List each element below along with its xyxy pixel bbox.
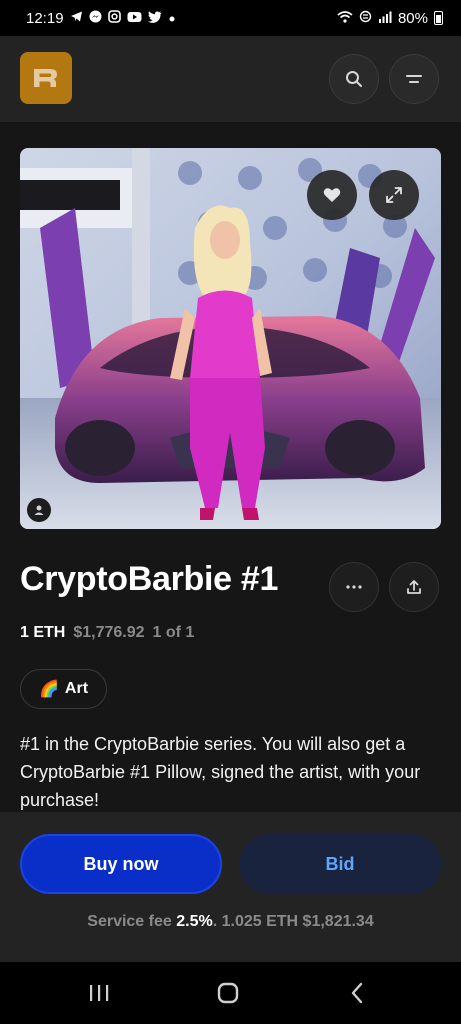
- home-button[interactable]: [203, 976, 253, 1010]
- total-eth: 1.025 ETH: [221, 913, 299, 930]
- more-icon: [346, 585, 362, 589]
- menu-icon: [406, 75, 422, 83]
- system-nav-bar: [0, 962, 461, 1024]
- recents-button[interactable]: [74, 976, 124, 1010]
- nft-title: CryptoBarbie #1: [20, 560, 279, 598]
- back-icon: [351, 982, 363, 1004]
- main-content: CryptoBarbie #1 1 ETH $1,776.92 1 of 1 🌈…: [0, 122, 461, 812]
- status-right: 80%: [337, 10, 443, 27]
- purchase-panel: Buy now Bid Service fee 2.5%. 1.025 ETH …: [0, 812, 461, 962]
- telegram-icon: [70, 10, 83, 26]
- wifi-icon: [337, 10, 353, 27]
- fee-label: Service fee: [87, 913, 172, 930]
- rarible-logo-glyph: [34, 69, 57, 87]
- status-time: 12:19: [26, 9, 64, 27]
- heart-icon: [323, 188, 341, 202]
- battery-percent: 80%: [397, 9, 428, 27]
- share-button[interactable]: [389, 562, 439, 612]
- edition-count: 1 of 1: [152, 624, 195, 641]
- share-icon: [407, 580, 421, 594]
- messenger-icon: [89, 10, 102, 26]
- rarible-logo[interactable]: [20, 52, 72, 104]
- battery-icon: [434, 11, 443, 25]
- buy-now-button[interactable]: Buy now: [20, 834, 222, 894]
- search-icon: [346, 71, 362, 87]
- instagram-icon: [107, 10, 121, 26]
- app-header: [0, 36, 461, 122]
- price-row: 1 ETH $1,776.92 1 of 1: [20, 624, 194, 642]
- expand-icon: [386, 187, 402, 203]
- fullscreen-button[interactable]: [369, 170, 419, 220]
- status-bar: 12:19 80%: [0, 0, 461, 36]
- category-tag[interactable]: 🌈 Art: [20, 669, 108, 709]
- twitter-icon: [147, 10, 162, 26]
- price-usd: $1,776.92: [73, 624, 145, 641]
- signal-icon: [378, 10, 392, 27]
- more-options-button[interactable]: [329, 562, 379, 612]
- fee-percent: 2.5%: [176, 913, 213, 930]
- fee-separator: .: [212, 913, 218, 930]
- menu-button[interactable]: [389, 54, 439, 104]
- price-eth: 1 ETH: [20, 624, 66, 641]
- dot-icon: [168, 11, 176, 26]
- service-fee-row: Service fee 2.5%. 1.025 ETH $1,821.34: [0, 913, 461, 931]
- like-button[interactable]: [307, 170, 357, 220]
- user-icon: [34, 505, 44, 515]
- nft-description: #1 in the CryptoBarbie series. You will …: [20, 734, 421, 810]
- nft-artwork[interactable]: [20, 148, 441, 529]
- home-icon: [217, 982, 239, 1004]
- category-label: Art: [64, 680, 89, 697]
- recents-icon: [90, 985, 109, 1001]
- youtube-icon: [127, 11, 142, 26]
- bid-button[interactable]: Bid: [239, 834, 441, 894]
- status-left: 12:19: [26, 10, 176, 27]
- search-button[interactable]: [329, 54, 379, 104]
- sync-icon: [359, 10, 372, 27]
- total-usd: $1,821.34: [302, 913, 374, 930]
- owner-avatar[interactable]: [27, 498, 51, 522]
- rainbow-icon: 🌈: [39, 681, 59, 698]
- back-button[interactable]: [332, 976, 382, 1010]
